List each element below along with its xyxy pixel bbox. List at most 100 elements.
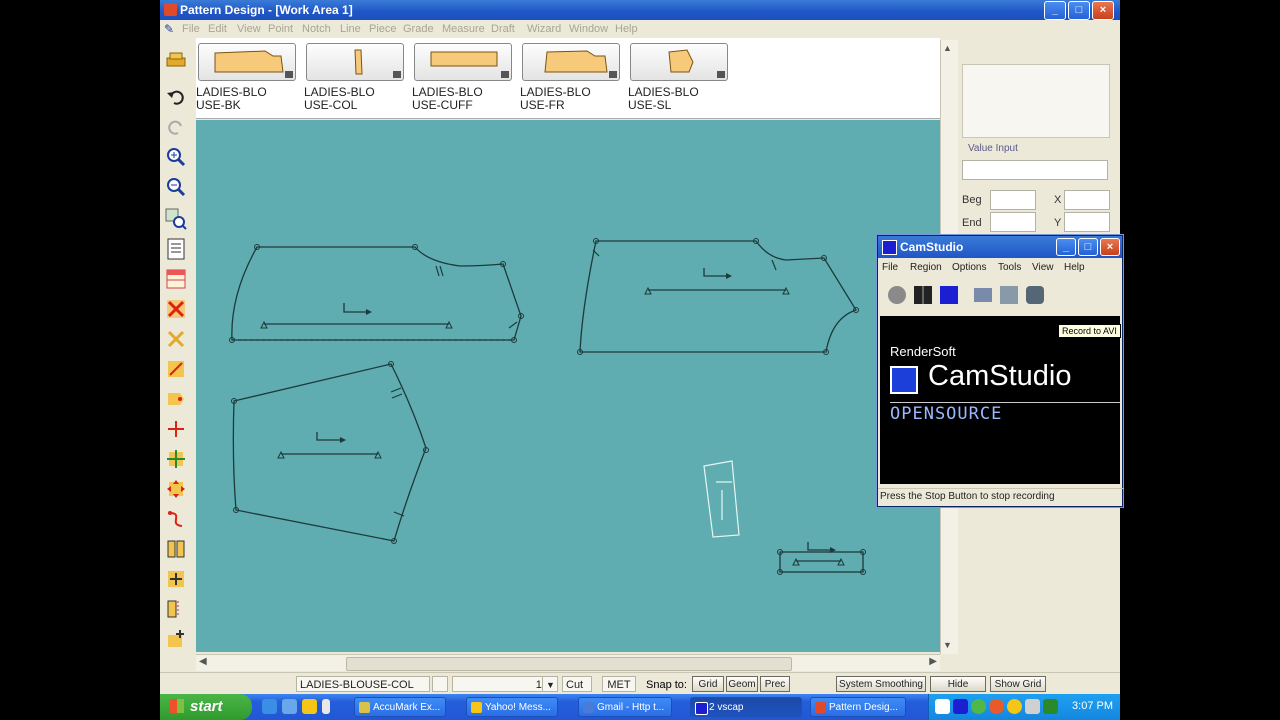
- annotation-icon[interactable]: [1000, 286, 1018, 304]
- scroll-right-icon[interactable]: ▶: [929, 656, 937, 667]
- scroll-thumb[interactable]: [346, 657, 792, 671]
- cam-menu-file[interactable]: File: [882, 262, 898, 273]
- menu-edit[interactable]: Edit: [208, 23, 227, 35]
- grid-snap-button[interactable]: Grid: [692, 676, 724, 692]
- video-options-icon[interactable]: [1026, 286, 1044, 304]
- value-input[interactable]: [962, 160, 1108, 180]
- cut-piece-icon[interactable]: [165, 358, 187, 380]
- menu-notch[interactable]: Notch: [302, 23, 331, 35]
- cam-menu-tools[interactable]: Tools: [998, 262, 1021, 273]
- piece-thumb-col[interactable]: [306, 43, 404, 81]
- task-accumark[interactable]: AccuMark Ex...: [354, 697, 446, 717]
- stop-icon[interactable]: [940, 286, 958, 304]
- move-point-icon[interactable]: [165, 448, 187, 470]
- add-point-icon[interactable]: [165, 388, 187, 410]
- piece-thumb-fr[interactable]: [522, 43, 620, 81]
- minimize-button[interactable]: _: [1044, 1, 1066, 20]
- move-piece-icon[interactable]: [165, 478, 187, 500]
- scroll-up-icon[interactable]: ▲: [943, 43, 952, 53]
- redo-icon[interactable]: [165, 116, 187, 138]
- mirror-piece-icon[interactable]: [165, 598, 187, 620]
- tray-icon-1[interactable]: [935, 699, 950, 714]
- messenger-icon[interactable]: [302, 699, 317, 714]
- piece-selector[interactable]: [432, 676, 448, 692]
- document-icon[interactable]: ✎: [164, 22, 176, 36]
- quicklaunch-more-icon[interactable]: [322, 699, 330, 714]
- tray-icon-7[interactable]: [1043, 699, 1058, 714]
- menu-point[interactable]: Point: [268, 23, 293, 35]
- tray-icon-5[interactable]: [1007, 699, 1022, 714]
- add-notch-icon[interactable]: [165, 568, 187, 590]
- scroll-down-icon[interactable]: ▼: [943, 640, 952, 650]
- y-input[interactable]: [1064, 212, 1110, 232]
- start-label: start: [190, 698, 223, 715]
- hide-seams-button[interactable]: Hide Seams: [930, 676, 986, 705]
- menu-help[interactable]: Help: [615, 23, 638, 35]
- task-yahoo[interactable]: Yahoo! Mess...: [466, 697, 558, 717]
- record-icon[interactable]: [888, 286, 906, 304]
- menu-grade[interactable]: Grade: [403, 23, 434, 35]
- beg-input[interactable]: [990, 190, 1036, 210]
- piece-label-line2: USE-COL: [304, 98, 358, 112]
- system-smoothing-button[interactable]: System Smoothing: [836, 676, 926, 692]
- number-field[interactable]: 12: [452, 676, 552, 692]
- maximize-button[interactable]: □: [1068, 1, 1090, 20]
- show-grid-button[interactable]: Show Grid: [990, 676, 1046, 692]
- camstudio-close-button[interactable]: ×: [1100, 238, 1120, 256]
- menu-window[interactable]: Window: [569, 23, 608, 35]
- work-area-canvas[interactable]: [196, 120, 940, 652]
- menu-piece[interactable]: Piece: [369, 23, 397, 35]
- scroll-left-icon[interactable]: ◀: [199, 656, 207, 667]
- task-vscap[interactable]: 2 vscap: [690, 697, 802, 717]
- tray-icon-2[interactable]: [953, 699, 968, 714]
- piece-thumb-sl[interactable]: [630, 43, 728, 81]
- x-input[interactable]: [1064, 190, 1110, 210]
- close-button[interactable]: ×: [1092, 1, 1114, 20]
- delete-icon[interactable]: [165, 298, 187, 320]
- end-input[interactable]: [990, 212, 1036, 232]
- cam-menu-region[interactable]: Region: [910, 262, 942, 273]
- cam-menu-help[interactable]: Help: [1064, 262, 1085, 273]
- number-dropdown-icon[interactable]: ▼: [542, 676, 558, 692]
- horizontal-scrollbar[interactable]: ◀ ▶: [196, 654, 940, 671]
- zoom-in-icon[interactable]: [165, 146, 187, 168]
- menu-draft[interactable]: Draft: [491, 23, 515, 35]
- menu-measure[interactable]: Measure: [442, 23, 485, 35]
- menu-wizard[interactable]: Wizard: [527, 23, 561, 35]
- crosshair-icon[interactable]: [165, 418, 187, 440]
- prec-snap-button[interactable]: Prec: [760, 676, 790, 692]
- piece-thumb-bk[interactable]: [198, 43, 296, 81]
- piece-thumb-cuff[interactable]: [414, 43, 512, 81]
- piece-label-line2: USE-FR: [520, 98, 565, 112]
- spreadsheet-icon[interactable]: [165, 268, 187, 290]
- document-list-icon[interactable]: [165, 238, 187, 260]
- hat-icon[interactable]: [165, 48, 187, 70]
- task-pattern-design[interactable]: Pattern Desig...: [810, 697, 906, 717]
- menu-line[interactable]: Line: [340, 23, 361, 35]
- add-piece-icon[interactable]: [165, 628, 187, 650]
- camstudio-maximize-button[interactable]: □: [1078, 238, 1098, 256]
- pause-icon[interactable]: [914, 286, 932, 304]
- menu-file[interactable]: File: [182, 23, 200, 35]
- delete-point-icon[interactable]: [165, 328, 187, 350]
- show-desktop-icon[interactable]: [282, 699, 297, 714]
- tray-icon-4[interactable]: [989, 699, 1004, 714]
- app-icon: [164, 3, 177, 16]
- curve-icon[interactable]: [165, 508, 187, 530]
- split-piece-icon[interactable]: [165, 538, 187, 560]
- tray-icon-6[interactable]: [1025, 699, 1040, 714]
- geom-snap-button[interactable]: Geom: [726, 676, 758, 692]
- task-label: Pattern Desig...: [829, 702, 898, 713]
- zoom-out-icon[interactable]: [165, 176, 187, 198]
- cam-menu-options[interactable]: Options: [952, 262, 986, 273]
- camstudio-minimize-button[interactable]: _: [1056, 238, 1076, 256]
- start-button[interactable]: start: [160, 694, 252, 720]
- cam-menu-view[interactable]: View: [1032, 262, 1054, 273]
- zoom-window-icon[interactable]: [165, 208, 187, 230]
- menu-view[interactable]: View: [237, 23, 261, 35]
- undo-icon[interactable]: [165, 86, 187, 108]
- task-gmail[interactable]: Gmail - Http t...: [578, 697, 672, 717]
- ie-icon[interactable]: [262, 699, 277, 714]
- region-icon[interactable]: [974, 288, 992, 302]
- tray-icon-3[interactable]: [971, 699, 986, 714]
